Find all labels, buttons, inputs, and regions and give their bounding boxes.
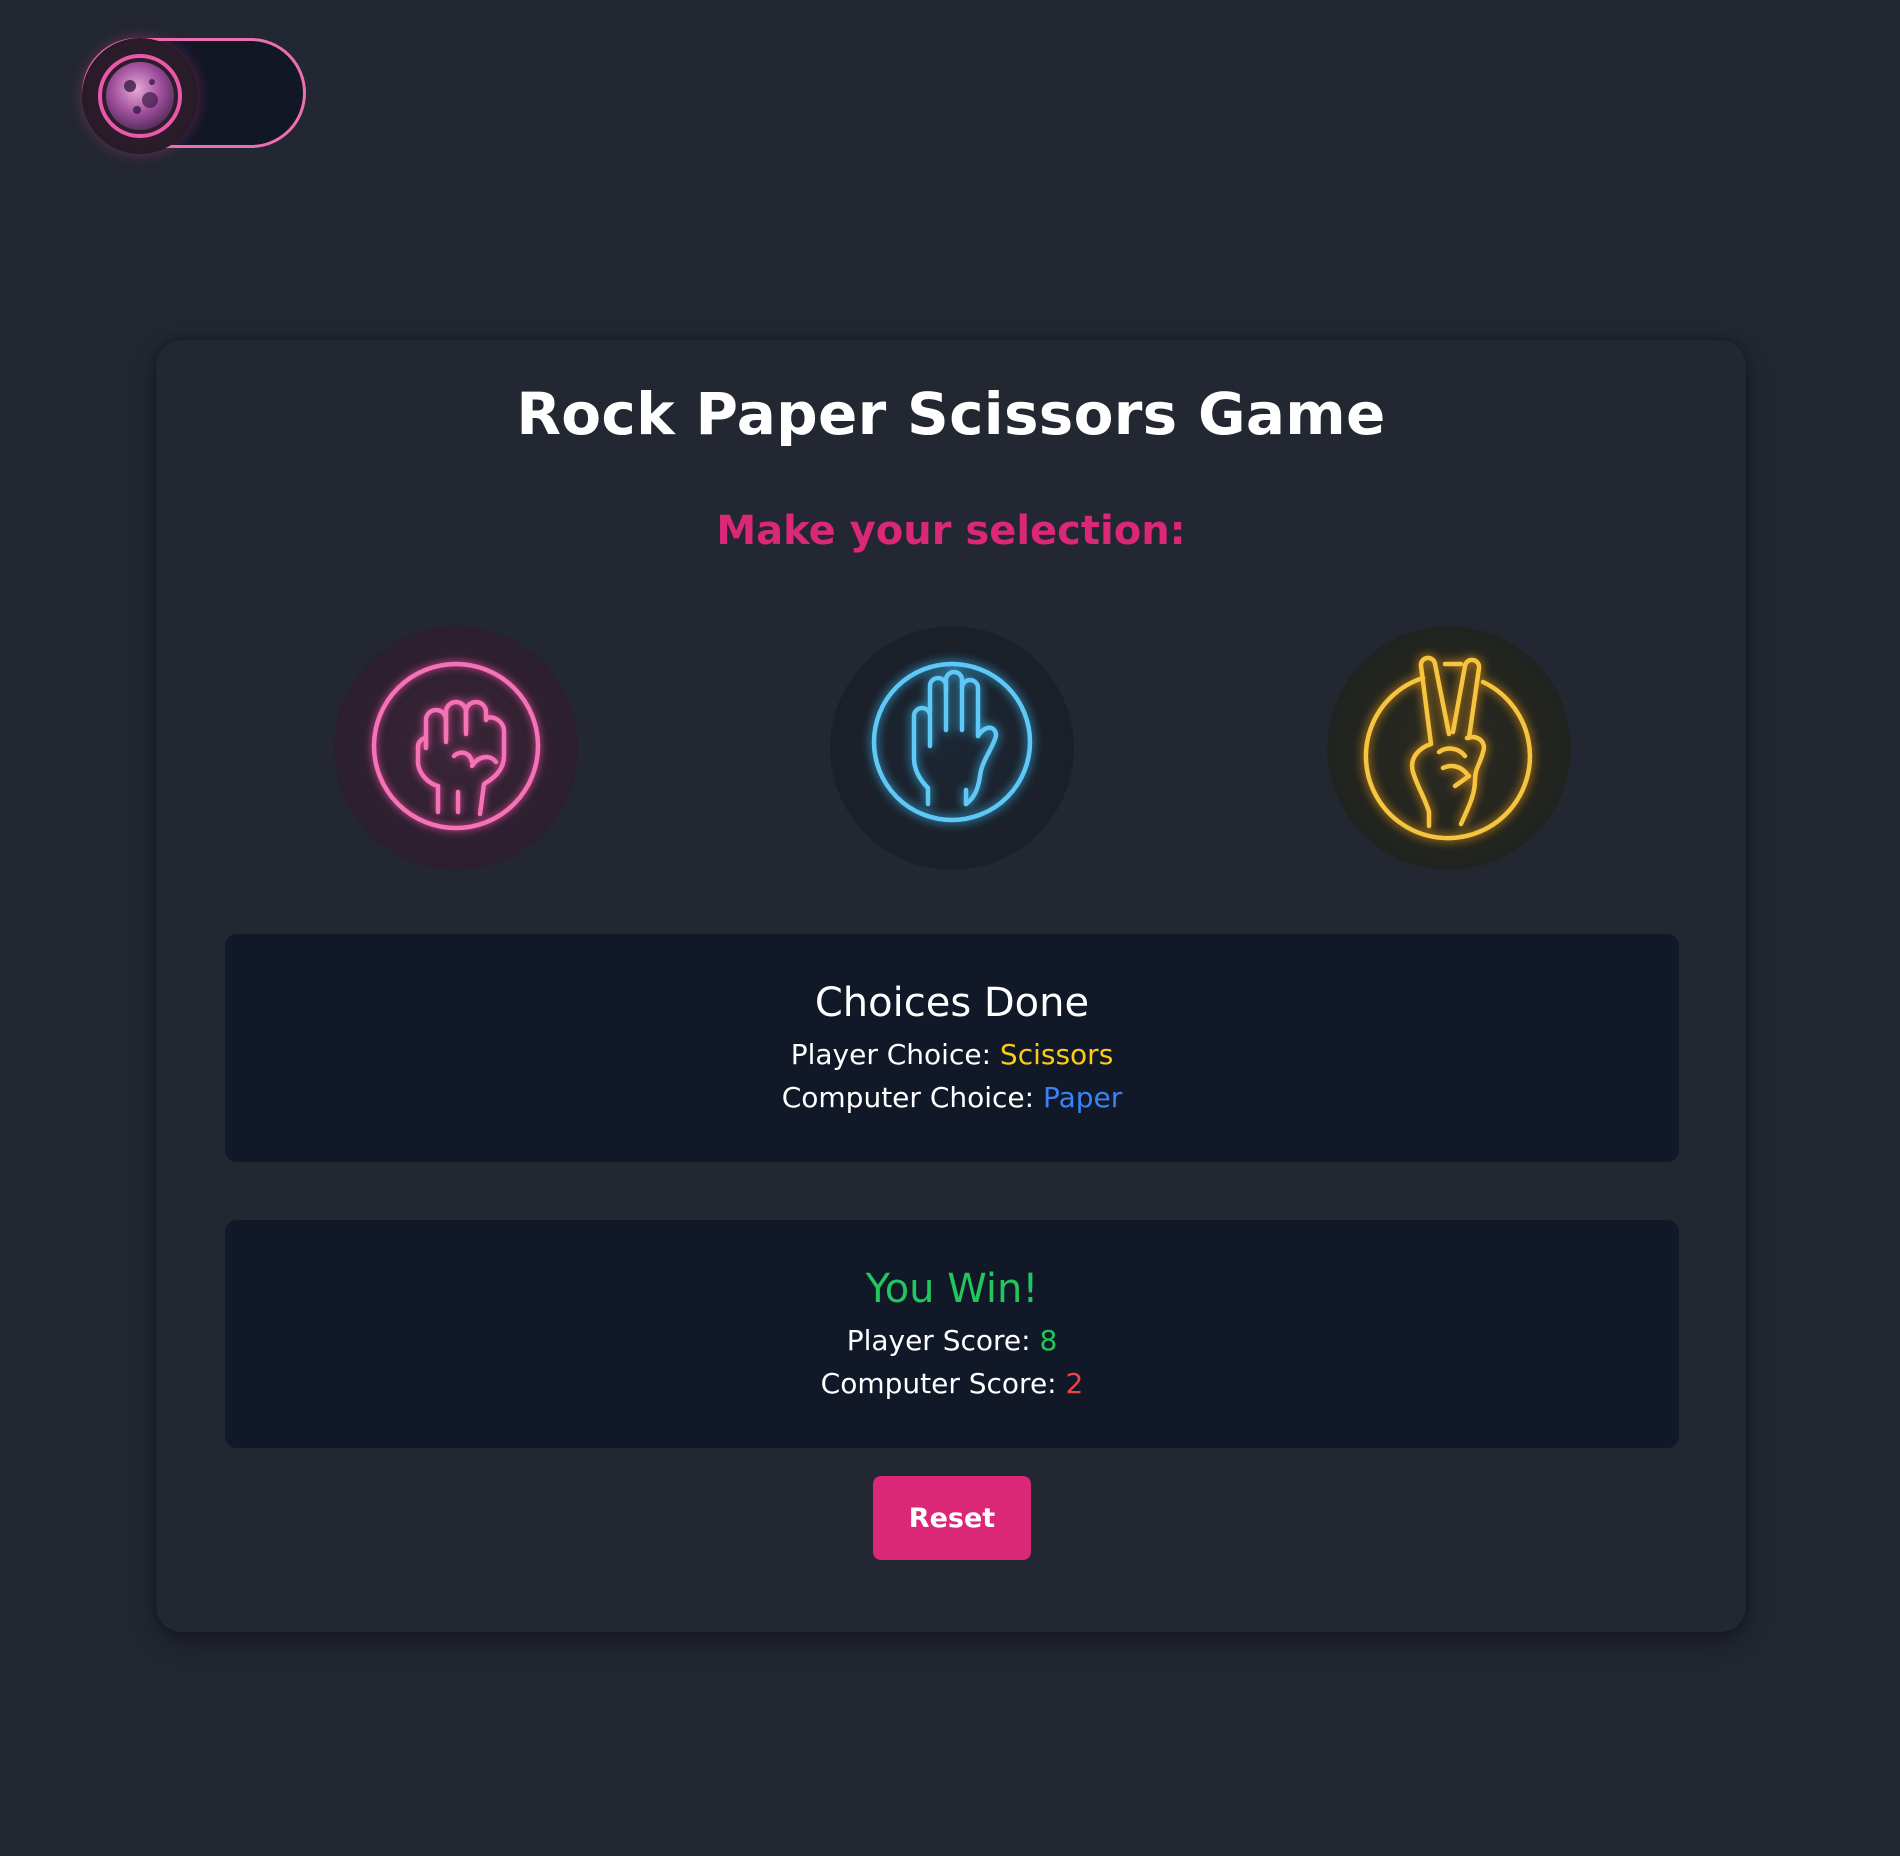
scissors-choice-button[interactable] xyxy=(1327,626,1571,870)
computer-score-label: Computer Score: xyxy=(820,1367,1066,1400)
choices-panel: Choices Done Player Choice: Scissors Com… xyxy=(225,934,1679,1162)
peace-sign-icon xyxy=(1363,655,1533,841)
reset-button[interactable]: Reset xyxy=(873,1476,1031,1560)
fist-icon xyxy=(371,661,541,831)
page: Rock Paper Scissors Game Make your selec… xyxy=(0,0,1900,1856)
player-choice-line: Player Choice: Scissors xyxy=(225,1038,1679,1071)
selection-prompt: Make your selection: xyxy=(716,508,1186,554)
rock-choice-button[interactable] xyxy=(334,626,578,870)
moon-icon[interactable] xyxy=(82,38,198,154)
player-score-value: 8 xyxy=(1039,1324,1058,1357)
game-card: Rock Paper Scissors Game Make your selec… xyxy=(156,340,1746,1632)
computer-choice-value: Paper xyxy=(1042,1081,1123,1114)
player-score-line: Player Score: 8 xyxy=(225,1324,1679,1357)
player-score-label: Player Score: xyxy=(846,1324,1040,1357)
choices-heading: Choices Done xyxy=(814,980,1090,1026)
player-choice-value: Scissors xyxy=(999,1038,1114,1071)
player-choice-label: Player Choice: xyxy=(790,1038,1000,1071)
page-title: Rock Paper Scissors Game xyxy=(516,380,1386,448)
theme-toggle[interactable] xyxy=(82,38,306,154)
computer-score-line: Computer Score: 2 xyxy=(225,1367,1679,1400)
result-heading: You Win! xyxy=(865,1266,1039,1312)
computer-choice-line: Computer Choice: Paper xyxy=(225,1081,1679,1114)
computer-score-value: 2 xyxy=(1065,1367,1084,1400)
computer-choice-label: Computer Choice: xyxy=(781,1081,1043,1114)
paper-choice-button[interactable] xyxy=(830,626,1074,870)
open-hand-icon xyxy=(871,661,1033,823)
result-panel: You Win! Player Score: 8 Computer Score:… xyxy=(225,1220,1679,1448)
